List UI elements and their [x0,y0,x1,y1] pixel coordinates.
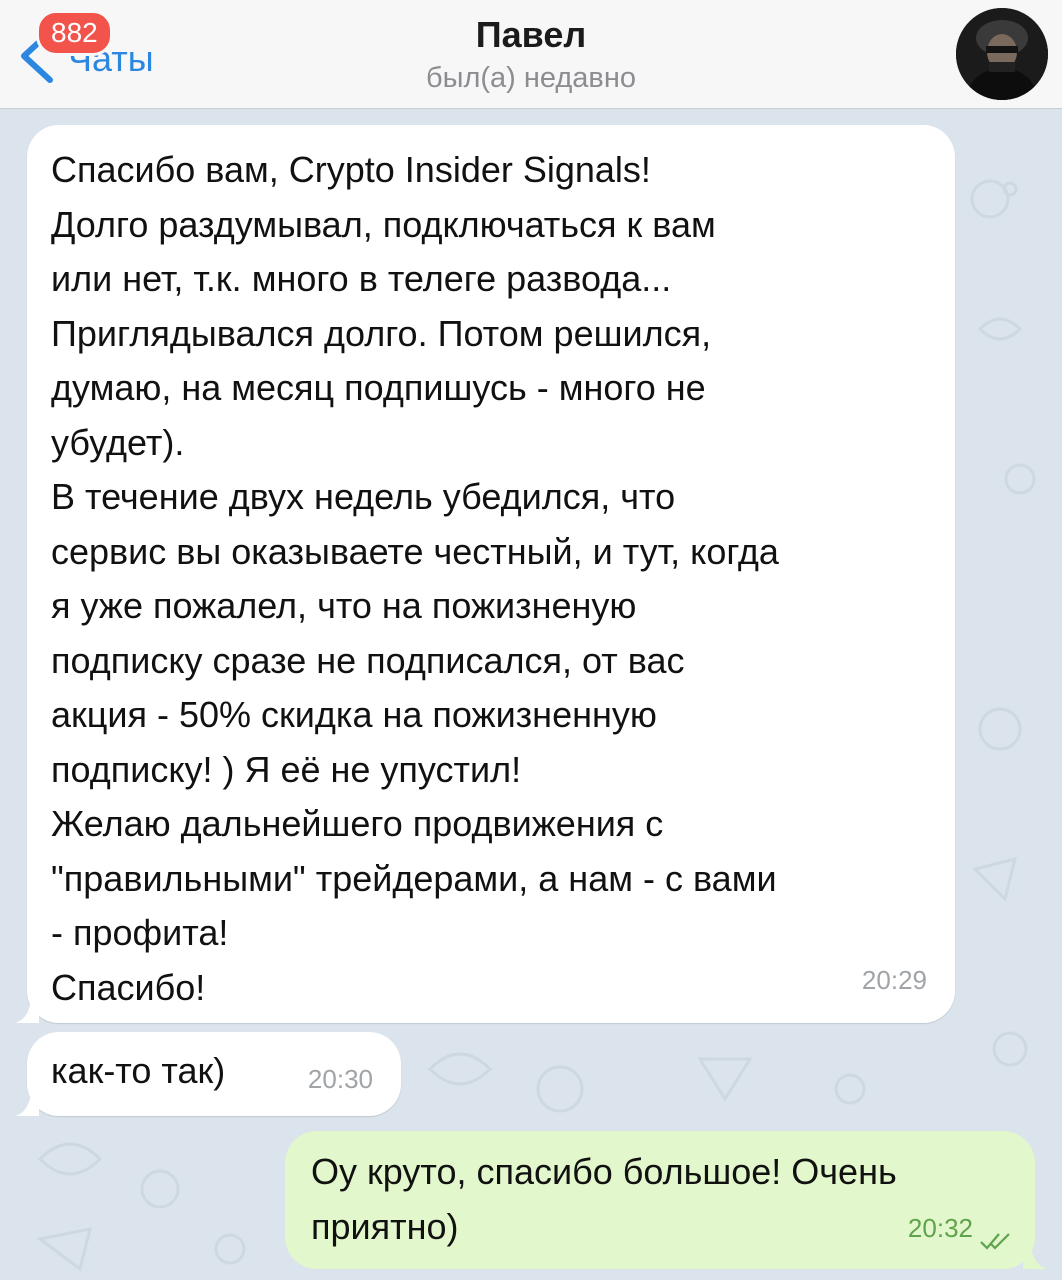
message-bubble[interactable]: Оу круто, спасибо большое! Очень приятно… [285,1131,1047,1269]
avatar[interactable] [956,8,1048,100]
message-bubble[interactable]: Спасибо вам, Crypto Insider Signals! Дол… [15,125,955,1023]
message-text: Спасибо вам, Crypto Insider Signals! Дол… [51,149,779,1008]
message-time: 20:29 [861,964,927,995]
contact-name[interactable]: Павел [0,14,1062,56]
message-time: 20:32 [907,1212,973,1243]
contact-status: был(а) недавно [426,62,636,94]
message-text: Оу круто, спасибо большое! Очень приятно… [311,1151,897,1247]
chat-header: Чаты 882 Павел был(а) недавно [0,0,1062,109]
double-check-icon [980,1233,1010,1250]
bubble-tail [15,999,39,1023]
message-list[interactable]: Спасибо вам, Crypto Insider Signals! Дол… [0,109,1062,1280]
message-time: 20:30 [307,1063,373,1094]
bubble-tail [1023,1245,1047,1269]
avatar-image [956,8,1048,100]
bubble-tail [15,1092,39,1116]
message-bubble[interactable]: как-то так) 20:30 [15,1032,401,1116]
